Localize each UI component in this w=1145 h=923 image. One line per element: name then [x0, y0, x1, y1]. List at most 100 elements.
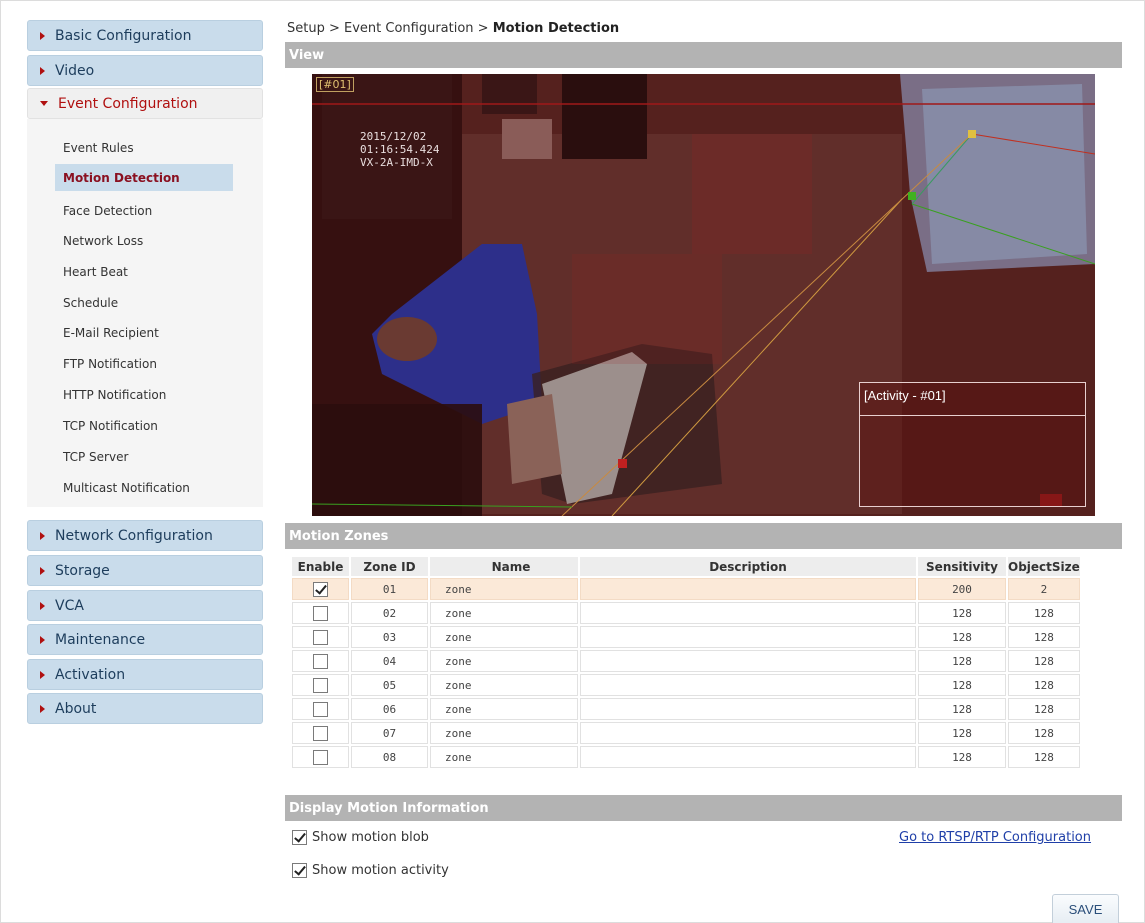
display-motion-info-section-header: Display Motion Information [285, 795, 1122, 821]
zone-description-cell[interactable] [580, 746, 916, 768]
menu-network-configuration[interactable]: Network Configuration [27, 520, 263, 551]
menu-storage[interactable]: Storage [27, 555, 263, 586]
video-osd: 2015/12/02 01:16:54.424 VX-2A-IMD-X [360, 130, 439, 169]
submenu-motion-detection[interactable]: Motion Detection [55, 164, 233, 191]
table-row[interactable]: 04 zone 128 128 [292, 650, 1080, 672]
zone-sensitivity-cell[interactable]: 128 [918, 698, 1006, 720]
table-row[interactable]: 03 zone 128 128 [292, 626, 1080, 648]
table-row[interactable]: 06 zone 128 128 [292, 698, 1080, 720]
submenu-heart-beat[interactable]: Heart Beat [63, 258, 233, 285]
submenu-http-notification[interactable]: HTTP Notification [63, 381, 233, 408]
zone-sensitivity-cell[interactable]: 128 [918, 650, 1006, 672]
show-motion-activity-option[interactable]: Show motion activity [292, 863, 449, 878]
zone-name-cell[interactable]: zone [430, 650, 578, 672]
zone-object-size-cell[interactable]: 128 [1008, 746, 1080, 768]
rtsp-rtp-configuration-link[interactable]: Go to RTSP/RTP Configuration [899, 830, 1091, 845]
menu-vca[interactable]: VCA [27, 590, 263, 621]
zone-id-cell[interactable]: 03 [351, 626, 428, 648]
expand-arrow-icon [40, 704, 45, 713]
zone-object-size-cell[interactable]: 128 [1008, 602, 1080, 624]
submenu-schedule[interactable]: Schedule [63, 289, 233, 316]
column-header-object-size: ObjectSize [1008, 557, 1080, 576]
zone-description-cell[interactable] [580, 722, 916, 744]
menu-video[interactable]: Video [27, 55, 263, 86]
zone-object-size-cell[interactable]: 128 [1008, 722, 1080, 744]
zone-name-cell[interactable]: zone [430, 746, 578, 768]
camera-live-view[interactable]: [#01] 2015/12/02 01:16:54.424 VX-2A-IMD-… [312, 74, 1095, 516]
submenu-face-detection[interactable]: Face Detection [63, 197, 233, 224]
breadcrumb-path: Setup > Event Configuration > [287, 21, 493, 36]
zone-sensitivity-cell[interactable]: 128 [918, 746, 1006, 768]
zone-object-size-cell[interactable]: 128 [1008, 650, 1080, 672]
zone-sensitivity-cell[interactable]: 128 [918, 602, 1006, 624]
zone-sensitivity-cell[interactable]: 128 [918, 722, 1006, 744]
zone-enable-checkbox[interactable] [313, 581, 328, 597]
zone-sensitivity-cell[interactable]: 128 [918, 626, 1006, 648]
zone-object-size-cell[interactable]: 2 [1008, 578, 1080, 600]
zone-enable-cell [292, 722, 349, 744]
submenu-network-loss[interactable]: Network Loss [63, 227, 233, 254]
zone-object-size-cell[interactable]: 128 [1008, 698, 1080, 720]
zone-name-cell[interactable]: zone [430, 698, 578, 720]
zone-id-cell[interactable]: 06 [351, 698, 428, 720]
zone-enable-cell [292, 746, 349, 768]
table-row[interactable]: 01 zone 200 2 [292, 578, 1080, 600]
zone-enable-checkbox[interactable] [313, 629, 328, 645]
menu-about[interactable]: About [27, 693, 263, 724]
zone-enable-checkbox[interactable] [313, 605, 328, 621]
menu-event-configuration[interactable]: Event Configuration [27, 88, 263, 119]
zone-description-cell[interactable] [580, 578, 916, 600]
table-row[interactable]: 05 zone 128 128 [292, 674, 1080, 696]
menu-basic-configuration[interactable]: Basic Configuration [27, 20, 263, 51]
zone-description-cell[interactable] [580, 650, 916, 672]
zone-enable-checkbox[interactable] [313, 701, 328, 717]
zone-name-cell[interactable]: zone [430, 626, 578, 648]
zone-description-cell[interactable] [580, 698, 916, 720]
zone-id-cell[interactable]: 07 [351, 722, 428, 744]
submenu-multicast-notification[interactable]: Multicast Notification [63, 474, 233, 501]
zone-enable-checkbox[interactable] [313, 677, 328, 693]
submenu-tcp-notification[interactable]: TCP Notification [63, 412, 233, 439]
show-motion-activity-checkbox[interactable] [292, 863, 307, 878]
menu-label: Activation [55, 666, 126, 683]
zone-name-cell[interactable]: zone [430, 602, 578, 624]
show-motion-blob-checkbox[interactable] [292, 830, 307, 845]
table-row[interactable]: 07 zone 128 128 [292, 722, 1080, 744]
zone-description-cell[interactable] [580, 626, 916, 648]
menu-maintenance[interactable]: Maintenance [27, 624, 263, 655]
submenu-ftp-notification[interactable]: FTP Notification [63, 350, 233, 377]
zone-id-cell[interactable]: 02 [351, 602, 428, 624]
zone-name-cell[interactable]: zone [430, 722, 578, 744]
zone-enable-checkbox[interactable] [313, 725, 328, 741]
save-button[interactable]: SAVE [1052, 894, 1119, 923]
zone-id-cell[interactable]: 04 [351, 650, 428, 672]
expand-arrow-icon [40, 635, 45, 644]
zone-sensitivity-cell[interactable]: 128 [918, 674, 1006, 696]
zone-object-size-cell[interactable]: 128 [1008, 626, 1080, 648]
menu-activation[interactable]: Activation [27, 659, 263, 690]
submenu-tcp-server[interactable]: TCP Server [63, 443, 233, 470]
zone-enable-checkbox[interactable] [313, 749, 328, 765]
table-row[interactable]: 08 zone 128 128 [292, 746, 1080, 768]
zone-description-cell[interactable] [580, 674, 916, 696]
submenu-event-rules[interactable]: Event Rules [63, 134, 233, 161]
zone-id-cell[interactable]: 08 [351, 746, 428, 768]
show-motion-activity-label: Show motion activity [312, 863, 449, 878]
camera-id-label: [#01] [316, 77, 354, 92]
zone-id-cell[interactable]: 05 [351, 674, 428, 696]
submenu-email-recipient[interactable]: E-Mail Recipient [63, 319, 233, 346]
menu-label: Event Configuration [58, 95, 198, 112]
zone-id-cell[interactable]: 01 [351, 578, 428, 600]
zone-name-cell[interactable]: zone [430, 578, 578, 600]
show-motion-blob-option[interactable]: Show motion blob [292, 830, 429, 845]
table-row[interactable]: 02 zone 128 128 [292, 602, 1080, 624]
osd-camera-name: VX-2A-IMD-X [360, 156, 433, 169]
zone-name-cell[interactable]: zone [430, 674, 578, 696]
zone-description-cell[interactable] [580, 602, 916, 624]
page: Basic Configuration Video Event Configur… [0, 0, 1145, 923]
zone-enable-checkbox[interactable] [313, 653, 328, 669]
zone-object-size-cell[interactable]: 128 [1008, 674, 1080, 696]
zone-enable-cell [292, 674, 349, 696]
motion-zones-section-header: Motion Zones [285, 523, 1122, 549]
zone-sensitivity-cell[interactable]: 200 [918, 578, 1006, 600]
